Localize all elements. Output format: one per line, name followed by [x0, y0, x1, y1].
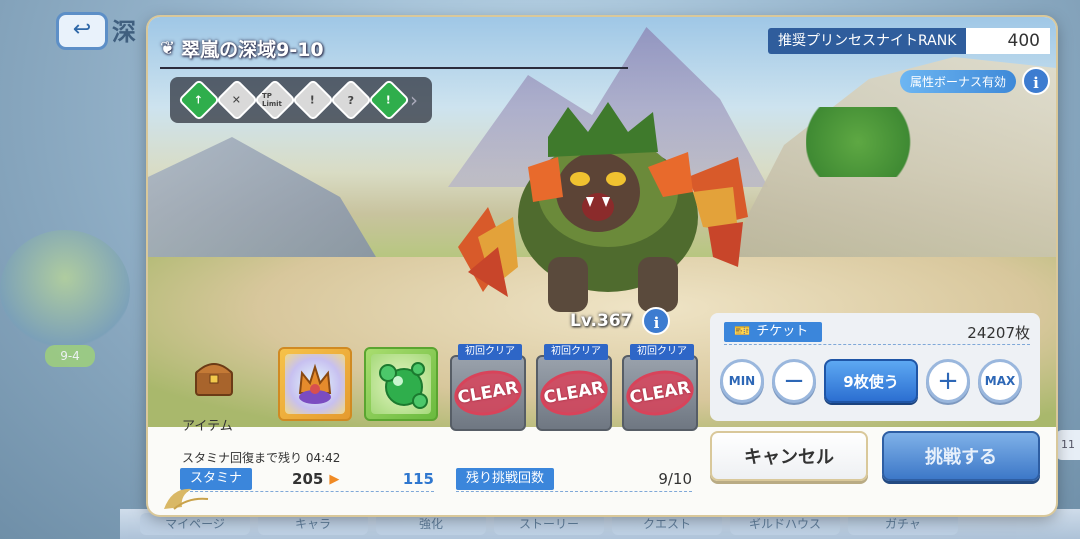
stage-title-text: 翠嵐の深域9-10 [181, 38, 324, 61]
divider [180, 491, 434, 492]
nav-item-gacha[interactable]: ガチャ [848, 513, 958, 535]
crown-equipment-icon [298, 363, 332, 404]
map-island [0, 230, 130, 350]
min-button[interactable]: MIN [720, 359, 764, 403]
title-underline [160, 67, 628, 69]
attribute-bonus: 属性ボーナス有効 i [899, 67, 1050, 95]
ticket-row: 🎫 チケット 24207枚 [724, 321, 1030, 343]
nav-item-character[interactable]: キャラ [258, 513, 368, 535]
ticket-controls: MIN − 9枚使う + MAX [720, 357, 1032, 405]
ticket-count: 24207枚 [967, 323, 1030, 342]
boss-info-button[interactable]: i [642, 307, 671, 335]
nav-item-guildhouse[interactable]: ギルドハウス [730, 513, 840, 535]
back-button[interactable]: ↩ [56, 12, 108, 50]
stamina-recover-text: スタミナ回復まで残り 04:42 [182, 451, 341, 465]
title-swirl-icon: ❦ [160, 37, 176, 59]
lower-panel: アイテム 初回クリア CLEAR 初回クリア CLEAR 初回クリア CLEAR… [148, 313, 1056, 515]
stamina-current: 205 [292, 470, 324, 488]
arrow-right-icon: ▶ [329, 471, 340, 487]
tree [806, 107, 936, 177]
stamina-row: スタミナ 205 ▶ 115 [180, 467, 434, 491]
divider [724, 344, 1030, 345]
use-tickets-button[interactable]: 9枚使う [824, 359, 918, 403]
nav-item-story[interactable]: ストーリー [494, 513, 604, 535]
first-clear-reward-2[interactable]: 初回クリア CLEAR [536, 344, 612, 431]
first-clear-tag: 初回クリア [458, 344, 522, 360]
nav-item-enhance[interactable]: 強化 [376, 513, 486, 535]
nav-item-mypage[interactable]: マイページ [140, 513, 250, 535]
warning-icon[interactable]: ! [291, 78, 335, 122]
recommended-rank: 推奨プリンセスナイトRANK 400 [768, 27, 1050, 55]
ticket-label: 🎫 チケット [724, 322, 822, 342]
cancel-button[interactable]: キャンセル [710, 431, 868, 481]
tp-limit-icon[interactable]: TP Limit [253, 78, 297, 122]
challenge-button[interactable]: 挑戦する [882, 431, 1040, 481]
ticket-icon: 🎫 [734, 324, 751, 339]
green-orb-icon [379, 362, 428, 409]
max-button[interactable]: MAX [978, 359, 1022, 403]
nav-item-quest[interactable]: クエスト [612, 513, 722, 535]
clear-stamp: CLEAR [622, 365, 698, 421]
treasure-chest-icon [195, 363, 233, 396]
attribute-bonus-label: 属性ボーナス有効 [899, 69, 1016, 93]
chevron-right-icon[interactable]: › [410, 88, 418, 112]
rank-label: 推奨プリンセスナイトRANK [768, 28, 967, 54]
remaining-attempts-value: 9/10 [658, 470, 692, 488]
side-tab[interactable]: 11 [1056, 430, 1080, 460]
reward-item-equipment[interactable] [278, 347, 352, 421]
green-up-icon[interactable]: ↑ [177, 78, 221, 122]
remaining-attempts-label: 残り挑戦回数 [456, 468, 555, 490]
key-icon[interactable]: ? [329, 78, 373, 122]
item-label: アイテム [182, 419, 233, 434]
first-clear-tag: 初回クリア [630, 344, 694, 360]
boss-monster-image [458, 102, 748, 312]
stage-title: ❦ 翠嵐の深域9-10 [160, 31, 324, 65]
item-rewards: アイテム 初回クリア CLEAR 初回クリア CLEAR 初回クリア CLEAR [166, 344, 716, 445]
no-entry-icon[interactable]: ✕ [215, 78, 259, 122]
ticket-panel: 🎫 チケット 24207枚 MIN − 9枚使う + MAX [710, 313, 1040, 421]
bonus-info-button[interactable]: i [1022, 67, 1050, 95]
clear-stamp: CLEAR [536, 365, 612, 421]
plus-button[interactable]: + [926, 359, 970, 403]
remaining-attempts-row: 残り挑戦回数 9/10 [456, 467, 692, 491]
green-sword-icon[interactable]: ! [367, 78, 411, 122]
quest-dialog: ❦ 翠嵐の深域9-10 ↑ ✕ TP Limit ! ? ! › 推奨プリンセス… [148, 17, 1056, 515]
rank-value: 400 [966, 28, 1050, 54]
map-stage-badge[interactable]: 9-4 [45, 345, 95, 367]
first-clear-tag: 初回クリア [544, 344, 608, 360]
boss-level: Lv.367 i [570, 307, 671, 335]
divider [456, 491, 692, 492]
stamina-after: 115 [402, 470, 434, 488]
background-title: 深 [112, 18, 136, 46]
reward-item-orbs[interactable] [364, 347, 438, 421]
corner-ornament-icon [164, 488, 209, 510]
first-clear-reward-3[interactable]: 初回クリア CLEAR [622, 344, 698, 431]
boss-level-text: Lv.367 [570, 311, 633, 331]
stage-conditions: ↑ ✕ TP Limit ! ? ! › [170, 77, 432, 123]
first-clear-reward-1[interactable]: 初回クリア CLEAR [450, 344, 526, 431]
clear-stamp: CLEAR [450, 365, 526, 421]
minus-button[interactable]: − [772, 359, 816, 403]
